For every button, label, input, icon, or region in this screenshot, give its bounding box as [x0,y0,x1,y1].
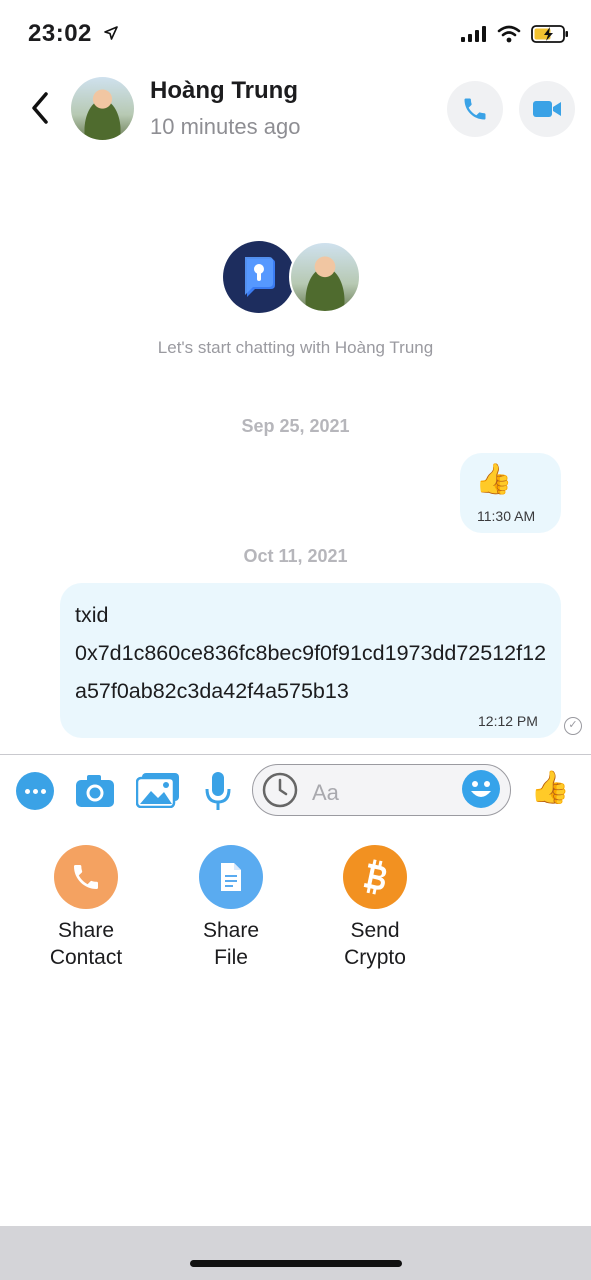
video-camera-icon [533,101,561,117]
keyhole-logo-icon [245,257,275,297]
share-contact-label: Share Contact [49,919,123,969]
video-call-button[interactable] [519,81,575,137]
send-crypto-button[interactable]: Send Crypto [315,845,435,971]
back-button[interactable] [26,88,56,128]
message-time: 12:12 PM [478,713,538,729]
contact-avatar-large [289,241,361,313]
send-crypto-circle [343,845,407,909]
camera-button[interactable] [74,772,116,810]
date-separator: Sep 25, 2021 [241,416,350,436]
share-contact-circle [54,845,118,909]
call-button[interactable] [447,81,503,137]
smiley-icon [471,781,491,797]
intro-text: Let's start chatting with Hoàng Trung [157,338,434,357]
location-arrow-icon [104,26,118,40]
gallery-icon [136,773,179,808]
microphone-icon [205,772,231,810]
home-indicator-area [0,1226,591,1280]
contact-avatar[interactable] [71,77,134,140]
microphone-button[interactable] [203,770,233,812]
file-icon [221,863,241,891]
bitcoin-icon [363,859,387,895]
thumbs-up-button[interactable]: 👍 [530,768,570,806]
share-file-label: Share File [202,919,260,969]
seen-check-icon: ✓ [564,717,582,735]
contact-last-seen: 10 minutes ago [150,114,301,139]
message-content: 👍 [475,463,513,496]
emoji-button[interactable] [462,770,500,808]
message-time: 11:30 AM [477,508,536,524]
share-contact-button[interactable]: Share Contact [26,845,146,971]
status-time: 23:02 [28,20,92,47]
share-file-button[interactable]: Share File [171,845,291,971]
share-file-circle [199,845,263,909]
contact-name[interactable]: Hoàng Trung [150,77,298,105]
message-input[interactable] [312,776,452,810]
battery-charging-icon [531,25,568,43]
status-icons [461,24,569,44]
app-logo [223,241,295,313]
camera-icon [76,775,114,807]
message-content: txid 0x7d1c860ce836fc8bec9f0f91cd1973dd7… [75,603,547,703]
wifi-icon [497,25,521,43]
more-button[interactable] [16,772,54,810]
home-indicator[interactable] [190,1260,402,1267]
phone-icon [74,865,98,889]
divider [0,754,591,755]
more-icon [24,788,30,794]
date-separator: Oct 11, 2021 [243,546,348,566]
gallery-button[interactable] [136,770,180,810]
clock-icon[interactable] [262,772,298,808]
phone-icon [464,98,486,120]
send-crypto-label: Send Crypto [344,919,406,969]
cellular-signal-icon [461,26,486,42]
